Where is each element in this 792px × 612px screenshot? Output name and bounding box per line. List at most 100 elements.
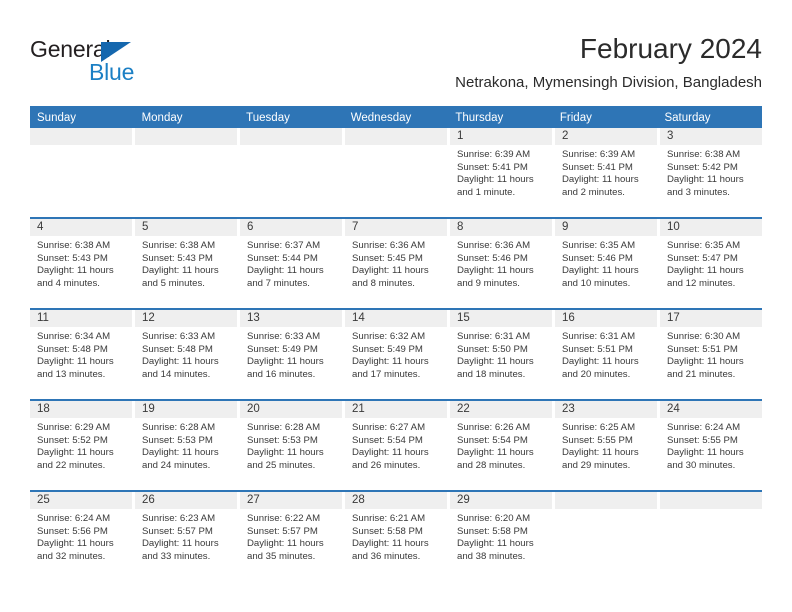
calendar-day-cell[interactable]: 25 Sunrise: 6:24 AM Sunset: 5:56 PM Dayligh… — [30, 492, 135, 581]
calendar-day-cell[interactable]: 22 Sunrise: 6:26 AM Sunset: 5:54 PM Dayligh… — [450, 401, 555, 490]
daylight-text: Daylight: 11 hours and 18 minutes. — [457, 356, 534, 380]
day-number: 19 — [135, 401, 237, 418]
day-number: 4 — [30, 219, 132, 236]
weekday-header-saturday: Saturday — [664, 112, 711, 124]
sunrise-text: Sunrise: 6:33 AM — [142, 331, 216, 342]
calendar-day-cell[interactable]: 27 Sunrise: 6:22 AM Sunset: 5:57 PM Dayligh… — [240, 492, 345, 581]
calendar-day-cell[interactable]: 19 Sunrise: 6:28 AM Sunset: 5:53 PM Dayligh… — [135, 401, 240, 490]
calendar-day-cell[interactable]: 20 Sunrise: 6:28 AM Sunset: 5:53 PM Dayligh… — [240, 401, 345, 490]
calendar-day-cell[interactable]: 3 Sunrise: 6:38 AM Sunset: 5:42 PM Daylight… — [660, 128, 762, 217]
calendar-day-cell[interactable]: 21 Sunrise: 6:27 AM Sunset: 5:54 PM Dayligh… — [345, 401, 450, 490]
calendar-day-cell[interactable]: 17 Sunrise: 6:30 AM Sunset: 5:51 PM Dayligh… — [660, 310, 762, 399]
calendar-day-cell[interactable]: 28 Sunrise: 6:21 AM Sunset: 5:58 PM Dayligh… — [345, 492, 450, 581]
sunset-text: Sunset: 5:53 PM — [142, 434, 213, 446]
calendar-day-cell[interactable]: 2 Sunrise: 6:39 AM Sunset: 5:41 PM Daylight… — [555, 128, 660, 217]
daylight-text: Daylight: 11 hours and 35 minutes. — [247, 538, 324, 562]
sunrise-text: Sunrise: 6:24 AM — [37, 513, 111, 524]
sunrise-text: Sunrise: 6:31 AM — [457, 331, 531, 342]
calendar-day-cell[interactable]: 23 Sunrise: 6:25 AM Sunset: 5:55 PM Dayligh… — [555, 401, 660, 490]
sunrise-text: Sunrise: 6:35 AM — [562, 240, 636, 251]
sunrise-text: Sunrise: 6:39 AM — [457, 149, 531, 160]
day-number: 2 — [555, 128, 657, 145]
sunrise-text: Sunrise: 6:28 AM — [247, 422, 321, 433]
day-number — [30, 128, 132, 145]
calendar-day-cell[interactable]: 26 Sunrise: 6:23 AM Sunset: 5:57 PM Dayligh… — [135, 492, 240, 581]
daylight-text: Daylight: 11 hours and 8 minutes. — [352, 265, 429, 289]
calendar-day-cell[interactable]: 10 Sunrise: 6:35 AM Sunset: 5:47 PM Dayligh… — [660, 219, 762, 308]
daylight-text: Daylight: 11 hours and 30 minutes. — [667, 447, 744, 471]
calendar-day-cell[interactable]: 8 Sunrise: 6:36 AM Sunset: 5:46 PM Daylight… — [450, 219, 555, 308]
sunset-text: Sunset: 5:56 PM — [37, 525, 108, 537]
sunset-text: Sunset: 5:57 PM — [142, 525, 213, 537]
day-sun-info: Sunrise: 6:35 AM Sunset: 5:46 PM Daylight:… — [555, 236, 657, 290]
brand-logo[interactable]: General Blue — [30, 36, 210, 88]
sunrise-text: Sunrise: 6:38 AM — [37, 240, 111, 251]
calendar-week-row: 4 Sunrise: 6:38 AM Sunset: 5:43 PM Daylight… — [30, 217, 762, 308]
day-sun-info: Sunrise: 6:33 AM Sunset: 5:48 PM Daylight:… — [135, 327, 237, 381]
day-number: 15 — [450, 310, 552, 327]
daylight-text: Daylight: 11 hours and 17 minutes. — [352, 356, 429, 380]
weekday-header-row: Sunday Monday Tuesday Wednesday Thursday Frid… — [30, 106, 762, 128]
day-number — [135, 128, 237, 145]
sunset-text: Sunset: 5:46 PM — [562, 252, 633, 264]
calendar-day-cell[interactable]: 7 Sunrise: 6:36 AM Sunset: 5:45 PM Daylight… — [345, 219, 450, 308]
calendar-day-cell[interactable]: 24 Sunrise: 6:24 AM Sunset: 5:55 PM Dayligh… — [660, 401, 762, 490]
daylight-text: Daylight: 11 hours and 3 minutes. — [667, 174, 744, 198]
calendar-day-cell[interactable]: 18 Sunrise: 6:29 AM Sunset: 5:52 PM Dayligh… — [30, 401, 135, 490]
sunrise-text: Sunrise: 6:37 AM — [247, 240, 321, 251]
sunset-text: Sunset: 5:48 PM — [37, 343, 108, 355]
day-number — [240, 128, 342, 145]
sunrise-text: Sunrise: 6:20 AM — [457, 513, 531, 524]
daylight-text: Daylight: 11 hours and 29 minutes. — [562, 447, 639, 471]
day-number: 18 — [30, 401, 132, 418]
day-sun-info: Sunrise: 6:28 AM Sunset: 5:53 PM Daylight:… — [135, 418, 237, 472]
calendar-day-empty — [135, 128, 240, 217]
calendar-day-cell[interactable]: 1 Sunrise: 6:39 AM Sunset: 5:41 PM Daylight… — [450, 128, 555, 217]
day-sun-info: Sunrise: 6:36 AM Sunset: 5:46 PM Daylight:… — [450, 236, 552, 290]
day-sun-info: Sunrise: 6:25 AM Sunset: 5:55 PM Daylight:… — [555, 418, 657, 472]
weekday-header-monday: Monday — [141, 112, 183, 124]
day-sun-info: Sunrise: 6:38 AM Sunset: 5:42 PM Daylight:… — [660, 145, 762, 199]
sunrise-text: Sunrise: 6:21 AM — [352, 513, 426, 524]
calendar-day-cell[interactable]: 13 Sunrise: 6:33 AM Sunset: 5:49 PM Dayligh… — [240, 310, 345, 399]
calendar-day-cell[interactable]: 29 Sunrise: 6:20 AM Sunset: 5:58 PM Dayligh… — [450, 492, 555, 581]
day-number: 17 — [660, 310, 762, 327]
sunrise-text: Sunrise: 6:24 AM — [667, 422, 741, 433]
sunset-text: Sunset: 5:51 PM — [667, 343, 738, 355]
day-sun-info: Sunrise: 6:24 AM Sunset: 5:55 PM Daylight:… — [660, 418, 762, 472]
sunrise-text: Sunrise: 6:25 AM — [562, 422, 636, 433]
day-number: 23 — [555, 401, 657, 418]
calendar-grid: Sunday Monday Tuesday Wednesday Thursday Frid… — [30, 106, 762, 581]
sunrise-text: Sunrise: 6:33 AM — [247, 331, 321, 342]
calendar-day-empty — [345, 128, 450, 217]
calendar-day-cell[interactable]: 4 Sunrise: 6:38 AM Sunset: 5:43 PM Daylight… — [30, 219, 135, 308]
daylight-text: Daylight: 11 hours and 33 minutes. — [142, 538, 219, 562]
title-block: February 2024 Netrakona, Mymensingh Divi… — [455, 32, 762, 93]
sunset-text: Sunset: 5:41 PM — [562, 161, 633, 173]
calendar-day-cell[interactable]: 6 Sunrise: 6:37 AM Sunset: 5:44 PM Daylight… — [240, 219, 345, 308]
day-sun-info: Sunrise: 6:29 AM Sunset: 5:52 PM Daylight:… — [30, 418, 132, 472]
daylight-text: Daylight: 11 hours and 7 minutes. — [247, 265, 324, 289]
sunset-text: Sunset: 5:50 PM — [457, 343, 528, 355]
sunrise-text: Sunrise: 6:29 AM — [37, 422, 111, 433]
calendar-day-cell[interactable]: 15 Sunrise: 6:31 AM Sunset: 5:50 PM Dayligh… — [450, 310, 555, 399]
calendar-day-cell[interactable]: 14 Sunrise: 6:32 AM Sunset: 5:49 PM Dayligh… — [345, 310, 450, 399]
calendar-day-cell[interactable]: 5 Sunrise: 6:38 AM Sunset: 5:43 PM Daylight… — [135, 219, 240, 308]
weekday-header-sunday: Sunday — [37, 112, 77, 124]
day-sun-info: Sunrise: 6:22 AM Sunset: 5:57 PM Daylight:… — [240, 509, 342, 563]
calendar-day-cell[interactable]: 9 Sunrise: 6:35 AM Sunset: 5:46 PM Daylight… — [555, 219, 660, 308]
daylight-text: Daylight: 11 hours and 2 minutes. — [562, 174, 639, 198]
day-number: 3 — [660, 128, 762, 145]
day-number: 14 — [345, 310, 447, 327]
calendar-day-cell[interactable]: 12 Sunrise: 6:33 AM Sunset: 5:48 PM Dayligh… — [135, 310, 240, 399]
calendar-day-cell[interactable]: 11 Sunrise: 6:34 AM Sunset: 5:48 PM Dayligh… — [30, 310, 135, 399]
calendar-day-cell[interactable]: 16 Sunrise: 6:31 AM Sunset: 5:51 PM Dayligh… — [555, 310, 660, 399]
daylight-text: Daylight: 11 hours and 5 minutes. — [142, 265, 219, 289]
sunset-text: Sunset: 5:55 PM — [667, 434, 738, 446]
daylight-text: Daylight: 11 hours and 9 minutes. — [457, 265, 534, 289]
daylight-text: Daylight: 11 hours and 12 minutes. — [667, 265, 744, 289]
day-number: 21 — [345, 401, 447, 418]
page-subtitle: Netrakona, Mymensingh Division, Banglade… — [455, 74, 762, 91]
calendar-day-empty — [555, 492, 660, 581]
day-sun-info: Sunrise: 6:24 AM Sunset: 5:56 PM Daylight:… — [30, 509, 132, 563]
